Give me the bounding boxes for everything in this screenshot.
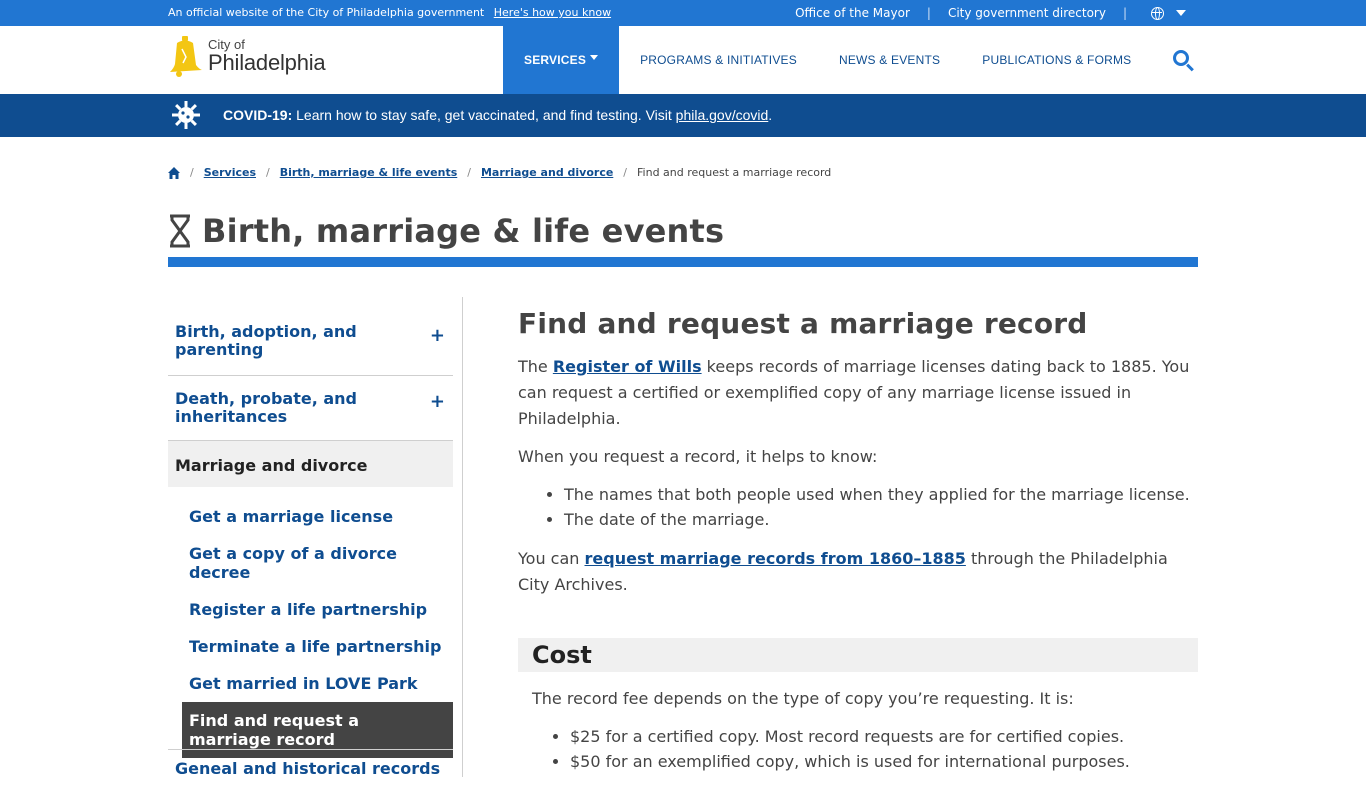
site-header: City of Philadelphia SERVICES PROGRAMS &… — [0, 26, 1366, 94]
covid-end: . — [768, 107, 773, 123]
archives-pre: You can — [518, 549, 585, 568]
content-heading: Find and request a marriage record — [518, 307, 1088, 340]
breadcrumb: / Services / Birth, marriage & life even… — [168, 166, 831, 179]
breadcrumb-separator: / — [266, 166, 270, 179]
breadcrumb-services[interactable]: Services — [204, 166, 256, 179]
sidenav-section-genealogy[interactable]: Geneal and historical records — [175, 759, 440, 778]
heres-how-you-know-link[interactable]: Here's how you know — [494, 6, 611, 19]
sidenav-item-marriage-license[interactable]: Get a marriage license — [182, 498, 453, 535]
hourglass-icon — [170, 214, 190, 248]
helps-to-know-list: The names that both people used when the… — [564, 482, 1198, 532]
covid-message: COVID-19: Learn how to stay safe, get va… — [223, 107, 772, 123]
helps-to-know-text: When you request a record, it helps to k… — [518, 447, 878, 466]
side-nav: Birth, adoption, and parenting + Death, … — [168, 297, 463, 778]
sidenav-item-love-park[interactable]: Get married in LOVE Park — [182, 665, 453, 702]
top-utility-links: Office of the Mayor | City government di… — [778, 0, 1366, 26]
list-item: $50 for an exemplified copy, which is us… — [570, 749, 1184, 774]
search-icon — [1173, 50, 1189, 66]
sidenav-item-register-partnership[interactable]: Register a life partnership — [182, 591, 453, 628]
official-site-text: An official website of the City of Phila… — [168, 6, 485, 19]
divider — [168, 749, 453, 750]
breadcrumb-birth-marriage[interactable]: Birth, marriage & life events — [280, 166, 458, 179]
nav-programs-initiatives[interactable]: PROGRAMS & INITIATIVES — [619, 26, 818, 94]
archives-records-link[interactable]: request marriage records from 1860–1885 — [585, 549, 966, 568]
list-item: The names that both people used when the… — [564, 482, 1198, 507]
cost-text: The record fee depends on the type of co… — [532, 689, 1074, 708]
cost-list: $25 for a certified copy. Most record re… — [570, 724, 1184, 774]
virus-icon — [172, 101, 200, 129]
breadcrumb-separator: / — [190, 166, 194, 179]
list-item: $25 for a certified copy. Most record re… — [570, 724, 1184, 749]
breadcrumb-separator: / — [623, 166, 628, 179]
list-item: The date of the marriage. — [564, 507, 1198, 532]
intro-pre: The — [518, 357, 553, 376]
official-site-notice: An official website of the City of Phila… — [168, 6, 611, 19]
globe-icon — [1151, 6, 1164, 20]
page-title: Birth, marriage & life events — [202, 212, 725, 250]
page-title-block: Birth, marriage & life events — [168, 212, 724, 250]
cost-section: The record fee depends on the type of co… — [518, 672, 1198, 774]
chevron-down-icon — [1176, 10, 1186, 16]
nav-publications-forms[interactable]: PUBLICATIONS & FORMS — [961, 26, 1152, 94]
register-of-wills-link[interactable]: Register of Wills — [553, 357, 702, 376]
sidenav-section-death[interactable]: Death, probate, and inheritances + — [168, 376, 453, 441]
covid-link[interactable]: phila.gov/covid — [676, 107, 769, 123]
intro-paragraph: The Register of Wills keeps records of m… — [518, 354, 1198, 432]
main-nav: SERVICES PROGRAMS & INITIATIVES NEWS & E… — [503, 26, 1152, 94]
search-button[interactable] — [1173, 50, 1197, 74]
covid-label: COVID-19: — [223, 107, 293, 123]
official-gov-bar: An official website of the City of Phila… — [0, 0, 1366, 26]
cost-heading: Cost — [518, 638, 1198, 672]
city-directory-link[interactable]: City government directory — [931, 6, 1123, 20]
sidenav-sub-list: Get a marriage license Get a copy of a d… — [168, 487, 462, 758]
covid-alert-banner: COVID-19: Learn how to stay safe, get va… — [0, 94, 1366, 137]
sidenav-item-divorce-decree[interactable]: Get a copy of a divorce decree — [182, 535, 453, 591]
expand-plus-icon[interactable]: + — [430, 391, 445, 412]
sidenav-section-birth[interactable]: Birth, adoption, and parenting + — [168, 297, 453, 376]
breadcrumb-marriage-divorce[interactable]: Marriage and divorce — [481, 166, 613, 179]
sidenav-section-label: Birth, adoption, and parenting — [175, 322, 357, 359]
breadcrumb-current: Find and request a marriage record — [637, 166, 832, 179]
covid-text: Learn how to stay safe, get vaccinated, … — [292, 107, 676, 123]
nav-news-events[interactable]: NEWS & EVENTS — [818, 26, 961, 94]
breadcrumb-separator: / — [467, 166, 471, 179]
expand-plus-icon[interactable]: + — [430, 325, 445, 346]
sidenav-current-section[interactable]: Marriage and divorce — [168, 441, 453, 487]
home-icon[interactable] — [168, 166, 180, 179]
language-selector[interactable] — [1127, 6, 1366, 20]
office-of-mayor-link[interactable]: Office of the Mayor — [778, 6, 927, 20]
nav-services-label: SERVICES — [524, 53, 587, 67]
nav-services[interactable]: SERVICES — [503, 26, 620, 94]
liberty-bell-icon — [170, 36, 202, 77]
archives-paragraph: You can request marriage records from 18… — [518, 546, 1198, 598]
logo-philadelphia-text: Philadelphia — [208, 50, 326, 75]
sidenav-section-label: Death, probate, and inheritances — [175, 389, 357, 426]
dropdown-caret-icon — [590, 54, 599, 60]
sidenav-item-terminate-partnership[interactable]: Terminate a life partnership — [182, 628, 453, 665]
main-content: Find and request a marriage record The R… — [518, 307, 1198, 788]
city-logo[interactable]: City of Philadelphia — [168, 35, 326, 77]
title-underline — [168, 257, 1198, 267]
